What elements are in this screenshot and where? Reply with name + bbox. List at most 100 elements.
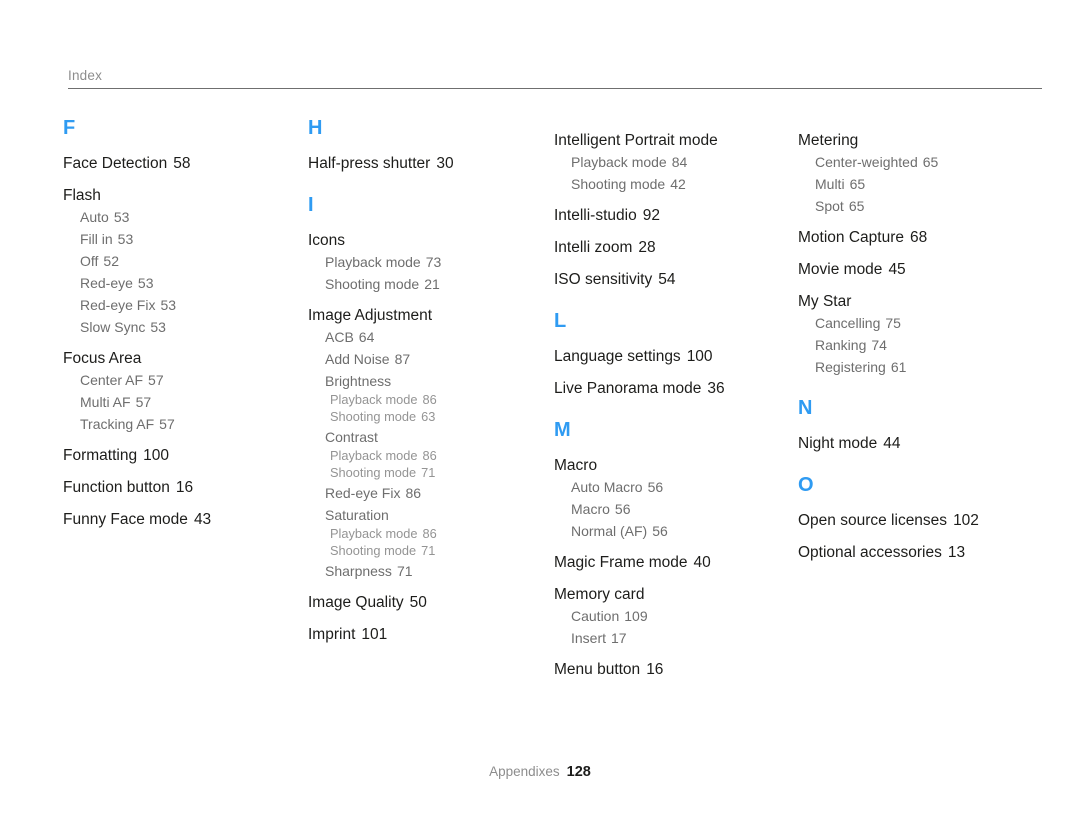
index-entry-page-number: 21 [424, 276, 440, 292]
index-entry-label: Formatting [63, 447, 138, 464]
index-sub-entry[interactable]: Saturation [325, 507, 533, 524]
index-entry[interactable]: Intelli zoom 28 [554, 239, 784, 257]
index-sub-entry[interactable]: Brightness [325, 373, 533, 390]
index-sub-entry[interactable]: Slow Sync 53 [80, 319, 288, 336]
index-entry-label: Intelli zoom [554, 239, 633, 256]
index-sub-entry[interactable]: Tracking AF 57 [80, 416, 288, 433]
index-sub-entry[interactable]: Playback mode 73 [325, 254, 533, 271]
index-entry[interactable]: Open source licenses 102 [798, 512, 1038, 530]
index-entry-page-number: 17 [611, 630, 627, 646]
index-entry[interactable]: Formatting 100 [63, 447, 288, 465]
index-entry[interactable]: Image Adjustment [308, 307, 533, 325]
index-entry[interactable]: ISO sensitivity 54 [554, 271, 784, 289]
index-entry[interactable]: Half-press shutter 30 [308, 155, 533, 173]
index-sub-entry[interactable]: Center AF 57 [80, 372, 288, 389]
index-entry[interactable]: Image Quality 50 [308, 594, 533, 612]
index-sub-entry[interactable]: Playback mode 86 [330, 526, 533, 541]
index-sub-entry[interactable]: Insert 17 [571, 630, 784, 647]
index-entry[interactable]: My Star [798, 293, 1038, 311]
index-entry-page-number: 75 [885, 315, 901, 331]
index-entry-label: Half-press shutter [308, 155, 431, 172]
index-entry-label: Macro [554, 457, 598, 474]
index-sub-entry[interactable]: Add Noise 87 [325, 351, 533, 368]
index-sub-entry[interactable]: Auto 53 [80, 209, 288, 226]
index-sub-entry[interactable]: Shooting mode 71 [330, 543, 533, 558]
index-entry-page-number: 30 [436, 155, 454, 172]
index-entry-label: Playback mode [330, 526, 418, 541]
letter-heading-i: I [308, 194, 314, 216]
index-entry-label: Off [80, 253, 99, 269]
index-sub-entry[interactable]: Spot 65 [815, 198, 1038, 215]
index-sub-entry[interactable]: Macro 56 [571, 501, 784, 518]
index-entry-page-number: 52 [103, 253, 119, 269]
index-entry[interactable]: Function button 16 [63, 479, 288, 497]
index-sub-entry[interactable]: Multi AF 57 [80, 394, 288, 411]
index-entry[interactable]: Icons [308, 232, 533, 250]
index-entry[interactable]: Flash [63, 187, 288, 205]
index-sub-entry[interactable]: Red-eye 53 [80, 275, 288, 292]
index-sub-entry[interactable]: Registering 61 [815, 359, 1038, 376]
index-entry-page-number: 71 [421, 543, 436, 558]
index-sub-entry[interactable]: Playback mode 86 [330, 392, 533, 407]
index-sub-entry[interactable]: Fill in 53 [80, 231, 288, 248]
index-sub-entry[interactable]: ACB 64 [325, 329, 533, 346]
index-entry[interactable]: Language settings 100 [554, 348, 784, 366]
footer-page-number: 128 [566, 764, 591, 780]
index-entry[interactable]: Magic Frame mode 40 [554, 554, 784, 572]
index-entry[interactable]: Intelli-studio 92 [554, 207, 784, 225]
index-entry-label: Shooting mode [330, 543, 417, 558]
index-entry[interactable]: Face Detection 58 [63, 155, 288, 173]
index-entry-label: Shooting mode [330, 409, 417, 424]
index-entry[interactable]: Imprint 101 [308, 626, 533, 644]
index-entry-label: Focus Area [63, 350, 142, 367]
index-sub-entry[interactable]: Shooting mode 63 [330, 409, 533, 424]
index-entry-label: Contrast [325, 429, 378, 445]
index-sub-entry[interactable]: Auto Macro 56 [571, 479, 784, 496]
index-entry[interactable]: Motion Capture 68 [798, 229, 1038, 247]
index-entry[interactable]: Live Panorama mode 36 [554, 380, 784, 398]
index-entry[interactable]: Funny Face mode 43 [63, 511, 288, 529]
index-entry[interactable]: Focus Area [63, 350, 288, 368]
index-entry-label: Center-weighted [815, 154, 918, 170]
index-sub-entry[interactable]: Red-eye Fix 53 [80, 297, 288, 314]
letter-heading-m: M [554, 419, 571, 441]
index-entry-label: Playback mode [330, 448, 418, 463]
index-sub-entry[interactable]: Multi 65 [815, 176, 1038, 193]
index-sub-entry[interactable]: Caution 109 [571, 608, 784, 625]
letter-heading-h: H [308, 117, 323, 139]
index-entry-label: Brightness [325, 373, 392, 389]
index-entry-label: Red-eye Fix [325, 485, 401, 501]
index-sub-entry[interactable]: Normal (AF) 56 [571, 523, 784, 540]
index-entry[interactable]: Intelligent Portrait mode [554, 132, 784, 150]
index-sub-entry[interactable]: Playback mode 86 [330, 448, 533, 463]
index-entry[interactable]: Menu button 16 [554, 661, 784, 679]
index-entry-label: Red-eye [80, 275, 133, 291]
index-sub-entry[interactable]: Cancelling 75 [815, 315, 1038, 332]
index-entry-page-number: 58 [173, 155, 191, 172]
index-entry[interactable]: Night mode 44 [798, 435, 1038, 453]
index-sub-entry[interactable]: Ranking 74 [815, 337, 1038, 354]
index-entry[interactable]: Memory card [554, 586, 784, 604]
index-sub-entry[interactable]: Playback mode 84 [571, 154, 784, 171]
index-entry[interactable]: Macro [554, 457, 784, 475]
index-sub-entry[interactable]: Sharpness 71 [325, 563, 533, 580]
index-entry-label: Multi [815, 176, 845, 192]
index-entry-label: Face Detection [63, 155, 168, 172]
index-entry-label: Menu button [554, 661, 641, 678]
index-sub-entry[interactable]: Contrast [325, 429, 533, 446]
index-sub-entry[interactable]: Center-weighted 65 [815, 154, 1038, 171]
index-sub-entry[interactable]: Shooting mode 21 [325, 276, 533, 293]
index-entry-page-number: 71 [396, 563, 413, 579]
index-entry[interactable]: Movie mode 45 [798, 261, 1038, 279]
index-entry-page-number: 50 [409, 594, 427, 611]
index-sub-entry[interactable]: Shooting mode 71 [330, 465, 533, 480]
index-entry[interactable]: Metering [798, 132, 1038, 150]
index-entry-page-number: 61 [890, 359, 907, 375]
index-sub-entry[interactable]: Red-eye Fix 86 [325, 485, 533, 502]
index-sub-entry[interactable]: Shooting mode 42 [571, 176, 784, 193]
index-entry-page-number: 44 [883, 435, 901, 452]
index-sub-entry[interactable]: Off 52 [80, 253, 288, 270]
index-entry-page-number: 101 [361, 626, 388, 643]
index-entry[interactable]: Optional accessories 13 [798, 544, 1038, 562]
index-entry-label: Shooting mode [325, 276, 420, 292]
